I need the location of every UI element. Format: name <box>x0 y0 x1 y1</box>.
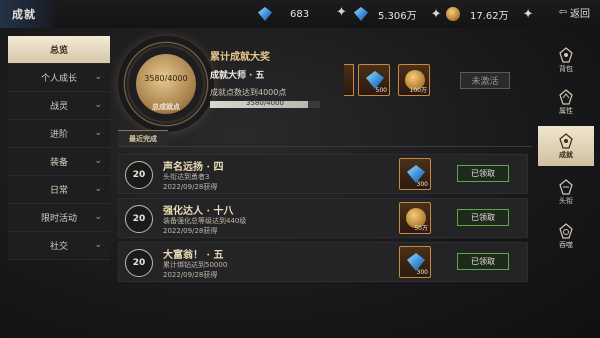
reward-slot-gold[interactable]: 100万 <box>398 64 430 96</box>
nav-backpack[interactable]: 背包 <box>538 40 594 80</box>
gem-icon <box>354 7 368 21</box>
menu-item-war-spirit[interactable]: 战灵 ⌄ <box>8 92 110 120</box>
diamond-count: 683 <box>290 8 310 20</box>
right-nav: 背包 属性 成就 头衔 吞噬 <box>538 28 600 338</box>
achievement-points-badge: 20 <box>125 161 153 189</box>
page-title: 成就 <box>12 8 36 21</box>
category-menu: 总览 个人成长 ⌄ 战灵 ⌄ 进阶 ⌄ 装备 ⌄ 日常 ⌄ 限时活动 ⌄ 社交 … <box>8 36 110 260</box>
gold-coin-icon <box>446 7 460 21</box>
claimed-button[interactable]: 已领取 <box>457 165 509 182</box>
achievement-date: 2022/09/28获得 <box>163 183 218 191</box>
gold-count: 17.62万 <box>470 10 509 22</box>
nav-label: 属性 <box>559 106 573 115</box>
tab-recent-completed[interactable]: 最近完成 <box>118 130 168 146</box>
reward-qty: 500 <box>375 87 387 94</box>
achievement-title: 声名远扬 · 四 <box>163 162 224 173</box>
back-arrow-icon: ⇦ <box>558 7 567 18</box>
claimed-button[interactable]: 已领取 <box>457 253 509 270</box>
reward-qty: 300 <box>416 181 428 188</box>
menu-item-social[interactable]: 社交 ⌄ <box>8 232 110 260</box>
menu-item-label: 日常 <box>49 186 68 196</box>
achievement-desc: 累计绑钻达到50000 <box>163 261 228 269</box>
achievement-date: 2022/09/28获得 <box>163 271 218 279</box>
reward-slot-diamond[interactable]: 500 <box>358 64 390 96</box>
menu-item-label: 战灵 <box>49 102 68 112</box>
menu-item-equipment[interactable]: 装备 ⌄ <box>8 148 110 176</box>
achievement-desc: 头衔达到勇者3 <box>163 173 210 181</box>
reward-qty: 100万 <box>409 87 427 94</box>
nav-attributes[interactable]: 属性 <box>538 82 594 122</box>
gold-resource: 17.62万 ✦ <box>446 6 534 22</box>
menu-item-label: 限时活动 <box>40 214 77 224</box>
grand-prize-rank: 成就大师 · 五 <box>210 71 265 81</box>
nav-label: 成就 <box>559 149 573 159</box>
menu-item-advance[interactable]: 进阶 ⌄ <box>8 120 110 148</box>
achievement-row: 20 声名远扬 · 四 头衔达到勇者3 2022/09/28获得 300 已领取 <box>118 154 528 194</box>
achievement-desc: 装备强化总等级达到440级 <box>163 217 247 225</box>
menu-item-personal-growth[interactable]: 个人成长 ⌄ <box>8 64 110 92</box>
achievement-panel: 3580/4000 总成就点 累计成就大奖 成就大师 · 五 成就点数达到400… <box>114 36 532 326</box>
titles-emblem-icon <box>559 178 573 195</box>
nav-titles[interactable]: 头衔 <box>538 172 594 212</box>
nav-achievements[interactable]: 成就 <box>538 126 594 166</box>
grand-prize-progress-bar: 3580/4000 <box>210 99 320 108</box>
chevron-down-icon: ⌄ <box>94 128 102 138</box>
achievement-points-badge: 20 <box>125 249 153 277</box>
top-bar: 成就 683 5.306万 ✦ 17.62万 ✦ ✦ ⇦ 返回 <box>0 0 600 28</box>
achievement-row: 20 强化达人 · 十八 装备强化总等级达到440级 2022/09/28获得 … <box>118 198 528 238</box>
menu-item-label: 进阶 <box>49 130 68 140</box>
nav-label: 头衔 <box>559 196 573 205</box>
gem-count: 5.306万 <box>378 10 417 22</box>
chevron-down-icon: ⌄ <box>94 72 102 82</box>
back-button[interactable]: ⇦ 返回 <box>559 5 590 20</box>
achievement-title: 大富翁！ · 五 <box>163 250 224 261</box>
reward-slot-partial <box>344 64 354 96</box>
divider <box>118 146 532 147</box>
diamond-icon <box>258 7 272 21</box>
diamond-resource: 683 <box>258 6 309 22</box>
reward-slot-diamond[interactable]: 300 <box>399 158 431 190</box>
chevron-down-icon: ⌄ <box>94 240 102 250</box>
menu-item-label: 装备 <box>49 158 68 168</box>
chevron-down-icon: ⌄ <box>94 184 102 194</box>
points-progress-text: 3580/4000 <box>144 74 188 83</box>
attributes-emblem-icon <box>559 88 573 105</box>
reward-qty: 50万 <box>414 225 428 232</box>
add-gem-icon[interactable]: ✦ <box>431 7 442 22</box>
achievements-emblem-icon <box>559 132 573 149</box>
reward-qty: 300 <box>416 269 428 276</box>
title-badge: 成就 <box>0 0 58 28</box>
backpack-emblem-icon <box>559 46 573 63</box>
reward-slot-gold[interactable]: 50万 <box>399 202 431 234</box>
menu-item-daily[interactable]: 日常 ⌄ <box>8 176 110 204</box>
nav-label: 吞噬 <box>559 240 573 249</box>
grand-prize-title: 累计成就大奖 <box>210 52 270 63</box>
menu-item-overview[interactable]: 总览 <box>8 36 110 64</box>
menu-item-label: 社交 <box>49 242 68 252</box>
add-gold-icon[interactable]: ✦ <box>523 7 534 22</box>
nav-devour[interactable]: 吞噬 <box>538 216 594 256</box>
achievement-points-badge: 20 <box>125 205 153 233</box>
menu-item-limited-events[interactable]: 限时活动 ⌄ <box>8 204 110 232</box>
progress-bar-text: 3580/4000 <box>246 99 284 107</box>
points-label: 总成就点 <box>152 103 180 111</box>
chevron-down-icon: ⌄ <box>94 156 102 166</box>
chevron-down-icon: ⌄ <box>94 212 102 222</box>
menu-item-label: 个人成长 <box>40 74 77 84</box>
reward-slot-diamond[interactable]: 300 <box>399 246 431 278</box>
gem-resource: 5.306万 ✦ <box>354 6 442 22</box>
achievement-points-ring: 3580/4000 总成就点 <box>118 36 214 132</box>
chevron-down-icon: ⌄ <box>94 100 102 110</box>
nav-label: 背包 <box>559 64 573 73</box>
claimed-button[interactable]: 已领取 <box>457 209 509 226</box>
achievement-date: 2022/09/28获得 <box>163 227 218 235</box>
menu-item-label: 总览 <box>49 46 68 56</box>
achievement-row: 20 大富翁！ · 五 累计绑钻达到50000 2022/09/28获得 300… <box>118 242 528 282</box>
back-label: 返回 <box>570 9 590 20</box>
achievement-title: 强化达人 · 十八 <box>163 206 234 217</box>
add-diamond-icon[interactable]: ✦ <box>336 5 347 20</box>
devour-emblem-icon <box>559 222 573 239</box>
grand-prize-desc: 成就点数达到4000点 <box>210 88 287 97</box>
inactive-button[interactable]: 未激活 <box>460 72 510 89</box>
